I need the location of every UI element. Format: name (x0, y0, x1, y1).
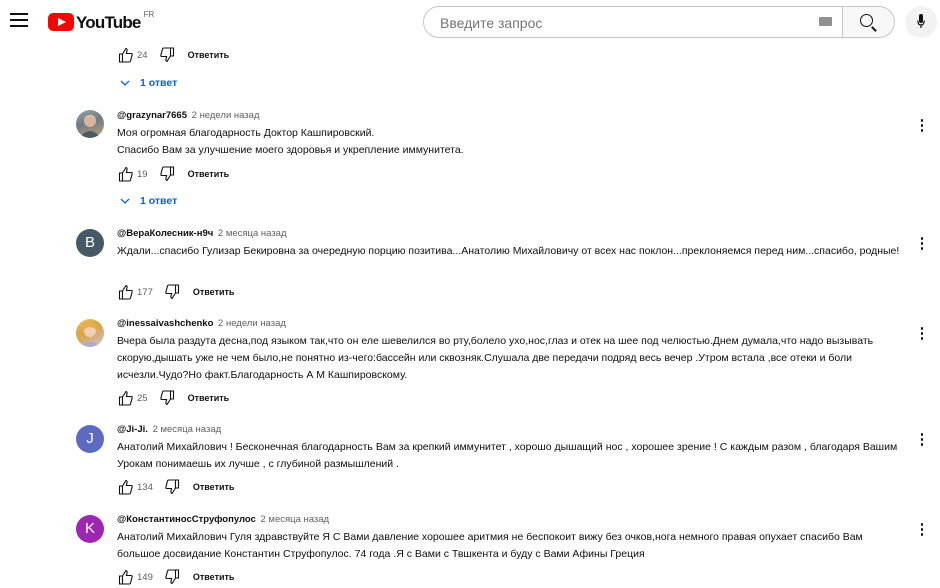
masthead: YouTube FR (0, 0, 940, 44)
thumbs-up-icon[interactable] (117, 568, 135, 586)
comment-text: Анатолий Михайлович Гуля здравствуйте Я … (117, 531, 863, 560)
region-code: FR (143, 10, 155, 19)
search-input[interactable] (438, 7, 802, 39)
thumbs-down-icon[interactable] (163, 478, 181, 496)
avatar-letter: K (84, 520, 95, 537)
avatar[interactable]: K (76, 515, 104, 543)
reply-button[interactable]: Ответить (188, 50, 230, 60)
youtube-play-icon (48, 13, 74, 31)
comment-actions: 25 Ответить (117, 387, 229, 409)
keyboard-icon[interactable] (819, 17, 832, 26)
replies-count-label: 1 ответ (140, 77, 178, 89)
comment-actions: 24 Ответить (117, 44, 229, 66)
logo-text: YouTube (76, 13, 141, 32)
thumbs-down-icon[interactable] (158, 389, 176, 407)
avatar-letter: В (84, 234, 95, 251)
chevron-down-icon (120, 198, 130, 204)
avatar-photo (79, 115, 101, 138)
chevron-down-icon (120, 80, 130, 86)
like-count: 24 (137, 49, 148, 61)
thumbs-down-icon[interactable] (158, 46, 176, 64)
thumbs-down-icon[interactable] (163, 283, 181, 301)
reply-button[interactable]: Ответить (193, 287, 235, 297)
thumbs-up-icon[interactable] (117, 165, 135, 183)
hamburger-menu-icon[interactable] (10, 13, 28, 27)
show-replies-button[interactable]: 1 ответ (120, 74, 177, 92)
reply-button[interactable]: Ответить (193, 482, 235, 492)
comment-timestamp[interactable]: 2 месяца назад (218, 228, 287, 239)
thumbs-down-icon[interactable] (163, 568, 181, 586)
like-count: 149 (137, 571, 153, 583)
comment-header: @Ji-Ji. 2 месяца назад (117, 424, 221, 435)
comment-actions: 19 Ответить (117, 163, 229, 185)
replies-count-label: 1 ответ (140, 195, 178, 207)
comment-actions: 134 Ответить (117, 476, 234, 498)
reply-button[interactable]: Ответить (188, 393, 230, 403)
avatar-photo (79, 322, 101, 347)
comment-text: Вчера была раздута десна,под языком так,… (117, 335, 874, 381)
avatar[interactable]: J (76, 425, 104, 453)
youtube-logo[interactable]: YouTube FR (48, 10, 155, 33)
comment-timestamp[interactable]: 2 недели назад (192, 110, 260, 121)
comment-author[interactable]: @inessaivashchenko (117, 318, 213, 329)
more-actions-icon[interactable] (919, 523, 925, 539)
comment-author[interactable]: @ВераКолесник-н9ч (117, 228, 213, 239)
thumbs-up-icon[interactable] (117, 478, 135, 496)
comment-header: @inessaivashchenko 2 недели назад (117, 318, 286, 329)
like-count: 134 (137, 481, 153, 493)
thumbs-up-icon[interactable] (117, 389, 135, 407)
microphone-icon (917, 14, 925, 28)
comment-header: @КонстантиносСтруфопулос 2 месяца назад (117, 514, 329, 525)
more-actions-icon[interactable] (919, 327, 925, 343)
like-count: 25 (137, 392, 148, 404)
comment-timestamp[interactable]: 2 месяца назад (153, 424, 222, 435)
comment-author[interactable]: @grazynar7665 (117, 110, 187, 121)
comment-timestamp[interactable]: 2 недели назад (218, 318, 286, 329)
reply-button[interactable]: Ответить (193, 572, 235, 582)
search-icon (860, 14, 873, 27)
comment-text: Анатолий Михайлович ! Бесконечная благод… (117, 441, 898, 470)
thumbs-down-icon[interactable] (158, 165, 176, 183)
thumbs-up-icon[interactable] (117, 46, 135, 64)
comment-header: @grazynar7665 2 недели назад (117, 110, 260, 121)
comment-timestamp[interactable]: 2 месяца назад (261, 514, 330, 525)
voice-search-button[interactable] (905, 6, 937, 38)
comment-author[interactable]: @Ji-Ji. (117, 424, 148, 435)
comment-text: Ждали...спасибо Гулизар Бекировна за оче… (117, 245, 900, 257)
avatar[interactable]: В (76, 229, 104, 257)
like-count: 177 (137, 286, 153, 298)
comment-text: Моя огромная благодарность Доктор Кашпир… (117, 127, 464, 156)
search-button[interactable] (843, 6, 895, 38)
like-count: 19 (137, 168, 148, 180)
show-replies-button[interactable]: 1 ответ (120, 192, 177, 210)
avatar[interactable] (76, 319, 104, 347)
search-box[interactable] (423, 6, 843, 39)
avatar-letter: J (86, 430, 94, 447)
avatar[interactable] (76, 110, 104, 138)
more-actions-icon[interactable] (919, 237, 925, 253)
reply-button[interactable]: Ответить (188, 169, 230, 179)
thumbs-up-icon[interactable] (117, 283, 135, 301)
comment-header: @ВераКолесник-н9ч 2 месяца назад (117, 228, 287, 239)
comment-actions: 177 Ответить (117, 281, 234, 303)
more-actions-icon[interactable] (919, 119, 925, 135)
more-actions-icon[interactable] (919, 433, 925, 449)
comment-author[interactable]: @КонстантиносСтруфопулос (117, 514, 256, 525)
comment-actions: 149 Ответить (117, 566, 234, 588)
